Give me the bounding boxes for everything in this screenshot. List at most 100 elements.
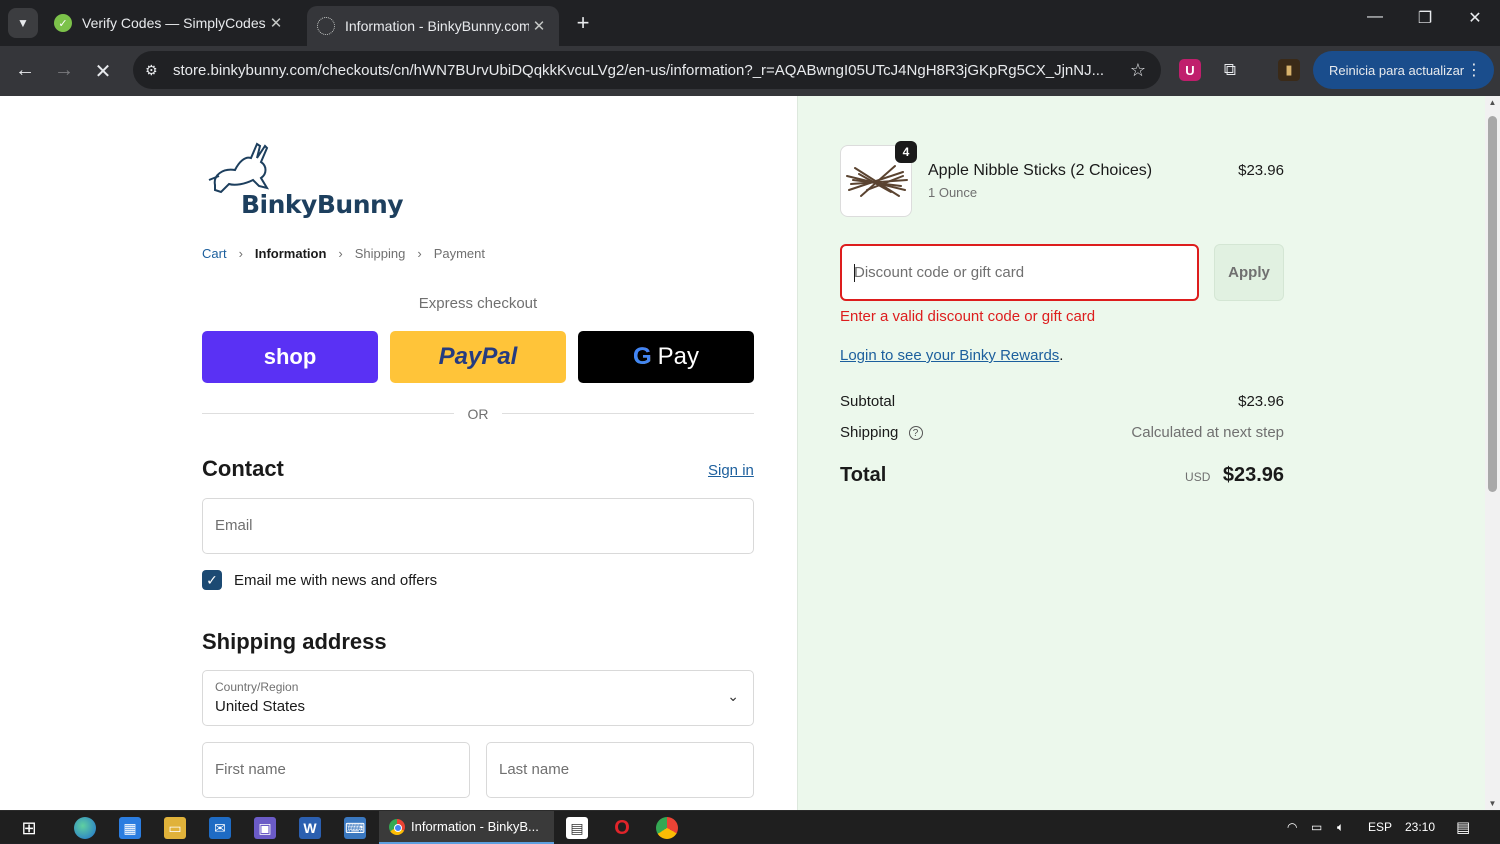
back-icon[interactable]: ← [13, 59, 37, 82]
task-view-icon[interactable]: ⊞ [18, 817, 40, 839]
extensions-puzzle-icon[interactable]: ⧉ [1219, 59, 1241, 81]
product-variant: 1 Ounce [928, 185, 978, 200]
chevron-right-icon: › [417, 246, 422, 261]
subtotal-label: Subtotal [840, 393, 896, 410]
forward-icon[interactable]: → [52, 59, 76, 82]
scroll-up-icon[interactable]: ▲ [1485, 98, 1500, 107]
chevron-down-icon: ⌄ [727, 688, 739, 704]
tab-binkybunny[interactable]: Information - BinkyBunny.com ✕ [307, 6, 559, 46]
more-menu-icon[interactable]: ⋮ [1466, 60, 1482, 80]
chrome-icon [389, 818, 405, 835]
chrome-icon[interactable] [656, 817, 678, 839]
newsletter-checkbox[interactable]: ✓ [202, 570, 222, 590]
email-field[interactable]: Email [202, 498, 754, 554]
wifi-icon[interactable]: ◠ [1287, 820, 1297, 834]
notepad-icon[interactable]: ▤ [566, 817, 588, 839]
tab-simplycodes[interactable]: ✓ Verify Codes — SimplyCodes ✕ [44, 6, 296, 40]
tab-strip: ▼ ✓ Verify Codes — SimplyCodes ✕ Informa… [0, 0, 1500, 46]
clock[interactable]: 23:10 [1405, 820, 1435, 834]
discount-code-input[interactable]: Discount code or gift card [840, 244, 1199, 301]
last-name-field[interactable]: Last name [486, 742, 754, 798]
checkout-page: BinkyBunny Cart › Information › Shipping… [0, 96, 1485, 810]
text-cursor [854, 264, 855, 282]
site-info-icon[interactable]: ⚙ [145, 62, 167, 79]
divider-line [502, 413, 754, 414]
shop-pay-button[interactable]: shop [202, 331, 378, 383]
taskbar-chrome-window[interactable]: Information - BinkyB... [379, 811, 554, 844]
language-indicator[interactable]: ESP [1368, 820, 1392, 834]
newsletter-label: Email me with news and offers [234, 571, 438, 589]
bookmark-star-icon[interactable]: ☆ [1127, 60, 1149, 81]
url-text[interactable]: store.binkybunny.com/checkouts/cn/hWN7BU… [173, 62, 1127, 79]
chevron-right-icon: › [338, 246, 343, 261]
store-icon[interactable]: ▦ [119, 817, 141, 839]
paypal-button[interactable]: PayPal [390, 331, 566, 383]
or-divider: OR [202, 405, 754, 423]
shop-pay-label: shop [263, 344, 317, 369]
ublock-extension-icon[interactable]: U [1179, 59, 1201, 81]
binkybunny-logo[interactable]: BinkyBunny [205, 140, 405, 222]
volume-icon[interactable]: 🔈︎ [1337, 820, 1344, 835]
rewards-login-link[interactable]: Login to see your Binky Rewards [840, 347, 1059, 364]
total-label: Total [840, 464, 887, 486]
tab-title: Verify Codes — SimplyCodes [82, 15, 266, 31]
scroll-down-icon[interactable]: ▼ [1485, 799, 1500, 808]
paypal-label: PayPal [438, 343, 518, 370]
address-bar[interactable]: ⚙ store.binkybunny.com/checkouts/cn/hWN7… [133, 51, 1161, 89]
rewards-suffix: . [1059, 347, 1064, 364]
word-icon[interactable]: W [299, 817, 321, 839]
chevron-down-icon: ▼ [17, 16, 29, 30]
opera-icon[interactable]: O [611, 817, 633, 839]
first-name-placeholder: First name [215, 761, 286, 778]
stop-loading-icon[interactable]: ✕ [91, 59, 115, 84]
profile-avatar-icon[interactable]: ▮ [1278, 59, 1300, 81]
shipping-value: Calculated at next step [1131, 424, 1284, 441]
tab-search-button[interactable]: ▼ [8, 8, 38, 38]
page-scrollbar[interactable]: ▲ ▼ [1485, 96, 1500, 810]
onenote-icon[interactable]: ▣ [254, 817, 276, 839]
apply-discount-button[interactable]: Apply [1214, 244, 1284, 301]
contact-heading: Contact [202, 456, 284, 481]
minimize-icon[interactable]: — [1360, 8, 1390, 26]
discount-error-message: Enter a valid discount code or gift card [840, 308, 1096, 325]
mail-icon[interactable]: ✉ [209, 817, 231, 839]
order-summary: 4 Apple Nibble Sticks (2 Choices) 1 Ounc… [797, 96, 1485, 810]
close-window-icon[interactable]: ✕ [1460, 8, 1490, 28]
country-select[interactable]: Country/Region United States ⌄ [202, 670, 754, 726]
google-pay-button[interactable]: G Pay [578, 331, 754, 383]
edge-icon[interactable] [74, 817, 96, 839]
quantity-badge: 4 [895, 141, 917, 163]
restore-icon[interactable]: ❐ [1410, 8, 1440, 28]
close-tab-icon[interactable]: ✕ [266, 14, 286, 32]
email-placeholder: Email [215, 517, 253, 534]
close-tab-icon[interactable]: ✕ [529, 17, 549, 35]
currency-code: USD [1185, 470, 1211, 484]
loading-favicon-icon [317, 17, 335, 35]
country-value: United States [215, 698, 306, 715]
new-tab-icon[interactable]: + [570, 10, 596, 36]
file-explorer-icon[interactable]: ▭ [164, 817, 186, 839]
total-row: Total USD $23.96 [840, 464, 1284, 487]
scrollbar-thumb[interactable] [1488, 116, 1497, 492]
simplycodes-favicon-icon: ✓ [54, 14, 72, 32]
breadcrumb-information: Information [254, 246, 327, 261]
task-title: Information - BinkyB... [411, 819, 539, 834]
newsletter-option[interactable]: ✓ Email me with news and offers [202, 570, 437, 590]
relaunch-update-button[interactable]: Reinicia para actualizar ⋮ [1313, 51, 1494, 89]
shipping-row: Shipping ? Calculated at next step [840, 424, 1284, 441]
notifications-icon[interactable]: ▤ [1456, 818, 1470, 836]
keyboard-icon[interactable]: ⌨ [344, 817, 366, 839]
subtotal-value: $23.96 [1238, 393, 1284, 410]
battery-icon[interactable]: ▭ [1311, 820, 1322, 834]
discount-placeholder: Discount code or gift card [854, 264, 1025, 281]
breadcrumb: Cart › Information › Shipping › Payment [202, 246, 497, 261]
google-pay-label: Pay [657, 343, 700, 370]
help-circle-icon[interactable]: ? [908, 426, 923, 441]
relaunch-label: Reinicia para actualizar [1329, 62, 1465, 78]
breadcrumb-cart[interactable]: Cart [202, 246, 227, 261]
express-checkout-label: Express checkout [418, 295, 538, 312]
breadcrumb-payment: Payment [433, 246, 486, 261]
sign-in-link[interactable]: Sign in [708, 462, 754, 479]
first-name-field[interactable]: First name [202, 742, 470, 798]
country-label: Country/Region [215, 680, 299, 694]
